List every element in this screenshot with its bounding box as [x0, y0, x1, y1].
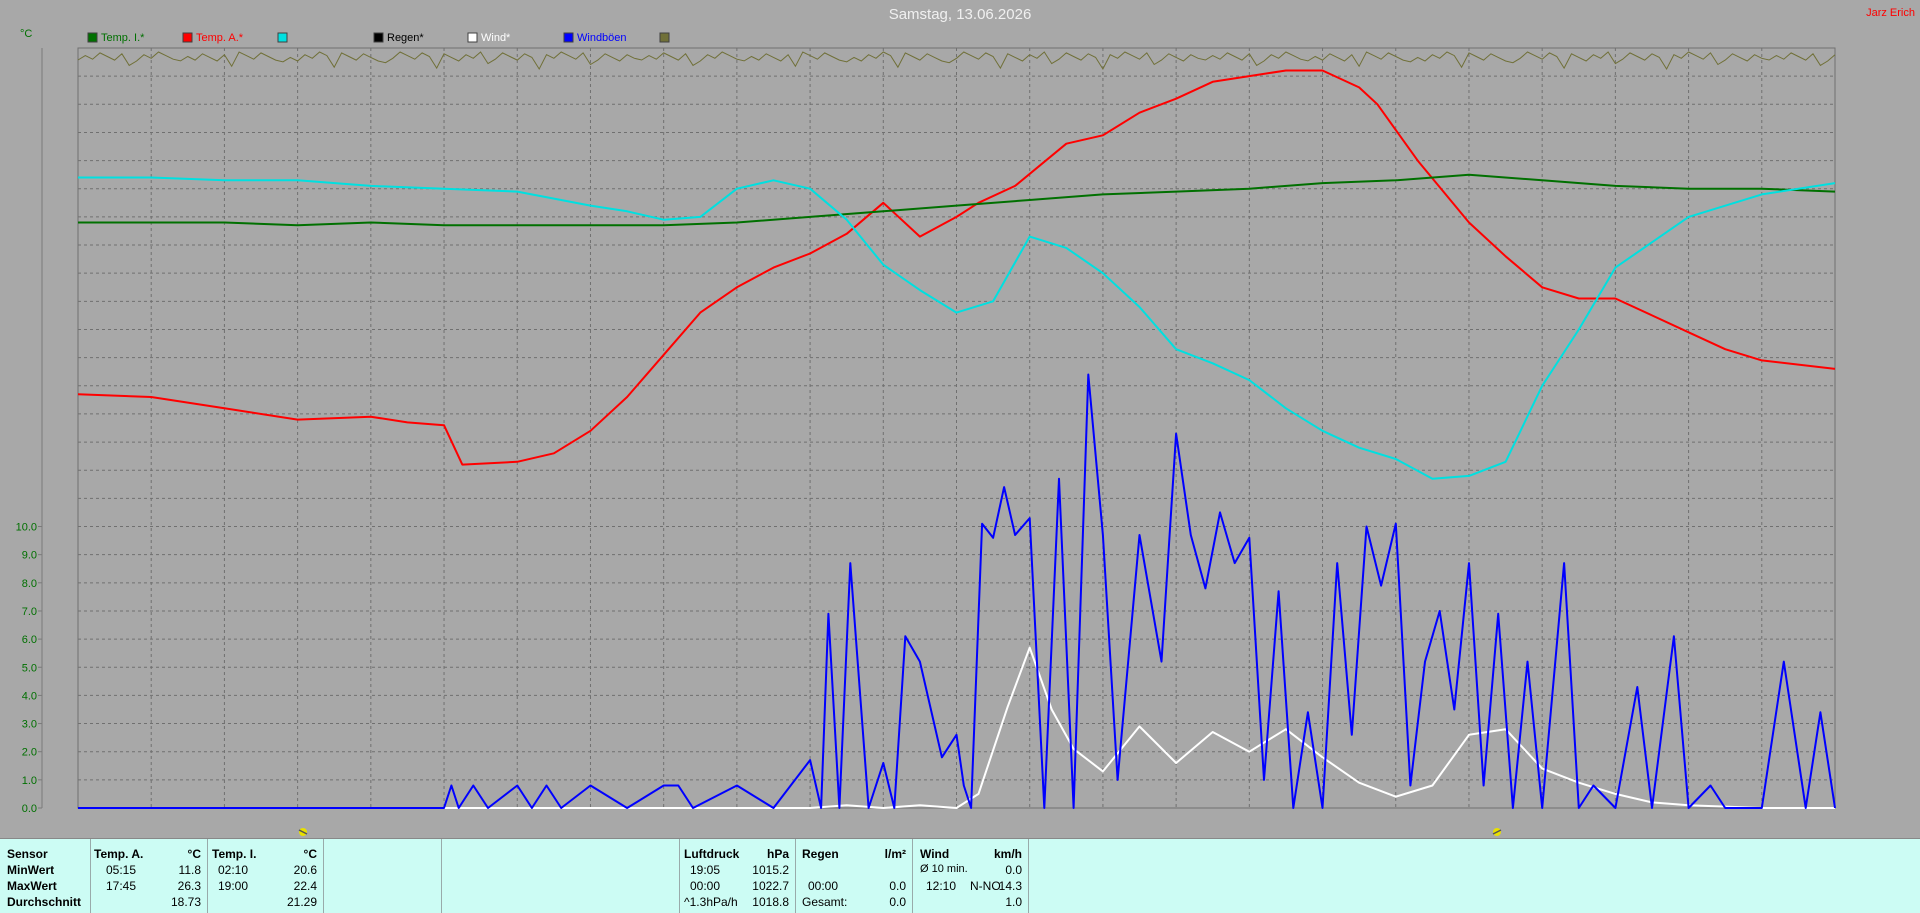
- stats-col-rain: Regen l/m² 00:00 Gesamt: 0.0 0.0: [795, 839, 913, 913]
- stats-time-pressure-max: 00:00: [690, 879, 721, 893]
- stats-time-pressure-min: 19:05: [690, 863, 721, 877]
- legend-label: Temp. I.*: [101, 32, 145, 44]
- stats-dir-wind-max: N-NO: [970, 879, 1001, 893]
- stats-header-temp-a: Temp. A.: [94, 847, 144, 861]
- stats-label-wind-avg10: Ø 10 min.: [920, 863, 968, 875]
- stats-value-temp-i-min: 20.6: [293, 863, 317, 877]
- stats-value-pressure-avg: 1018.8: [752, 895, 789, 909]
- statistics-panel: Sensor MinWert MaxWert Durchschnitt Temp…: [0, 838, 1920, 913]
- stats-unit-wind: km/h: [993, 847, 1022, 861]
- legend-label: Windböen: [577, 32, 627, 44]
- stats-time-temp-i-min: 02:10: [218, 863, 249, 877]
- stats-label-avg: Durchschnitt: [7, 895, 82, 909]
- stats-unit-rain: l/m²: [884, 847, 906, 861]
- stats-time-wind-max: 12:10: [926, 879, 957, 893]
- stats-value-wind-avg: 1.0: [1005, 895, 1022, 909]
- stats-unit-temp-a: °C: [187, 847, 201, 861]
- legend-swatch: [467, 32, 478, 43]
- y-tick-label: 1.0: [22, 775, 37, 787]
- stats-header-sensor: Sensor: [7, 847, 48, 861]
- stats-header-pressure: Luftdruck: [684, 847, 740, 861]
- stats-time-rain-max: 00:00: [808, 879, 839, 893]
- stats-unit-pressure: hPa: [766, 847, 789, 861]
- stats-value-temp-i-max: 22.4: [293, 879, 317, 893]
- stats-value-temp-i-avg: 21.29: [286, 895, 317, 909]
- stats-header-wind: Wind: [920, 847, 950, 861]
- sunrise-icon: [298, 828, 308, 836]
- legend-swatch: [87, 32, 98, 43]
- y-tick-label: 0.0: [22, 803, 37, 815]
- stats-col-empty-2: [441, 839, 680, 913]
- legend-label: Temp. A.*: [196, 32, 244, 44]
- stats-unit-temp-i: °C: [303, 847, 317, 861]
- stats-time-temp-a-min: 05:15: [106, 863, 137, 877]
- y-tick-label: 7.0: [22, 606, 37, 618]
- y-axis-unit: °C: [20, 28, 32, 40]
- stats-col-pressure: Luftdruck hPa 19:05 00:00 ^1.3hPa/h 1015…: [679, 839, 796, 913]
- stats-col-temp-a: Temp. A. °C 05:15 17:45 11.8 26.3 18.73: [90, 839, 208, 913]
- stats-label-max: MaxWert: [7, 879, 57, 893]
- stats-value-pressure-min: 1015.2: [752, 863, 789, 877]
- stats-col-empty-1: [323, 839, 442, 913]
- y-tick-label: 10.0: [16, 522, 37, 534]
- y-tick-label: 2.0: [22, 747, 37, 759]
- stats-value-rain-max: 0.0: [889, 879, 906, 893]
- author-label: Jarz Erich: [1866, 7, 1915, 19]
- stats-col-wind: Wind km/h Ø 10 min. 12:10 N-NO 0.0 14.3 …: [912, 839, 1029, 913]
- stats-col-temp-i: Temp. I. °C 02:10 19:00 20.6 22.4 21.29: [207, 839, 324, 913]
- stats-value-temp-a-max: 26.3: [177, 879, 201, 893]
- y-tick-label: 4.0: [22, 690, 37, 702]
- legend-swatch: [373, 32, 384, 43]
- y-tick-label: 8.0: [22, 578, 37, 590]
- stats-value-temp-a-min: 11.8: [178, 863, 201, 877]
- legend-label: Regen*: [387, 32, 424, 44]
- stats-value-pressure-max: 1022.7: [752, 879, 789, 893]
- stats-header-rain: Regen: [802, 847, 839, 861]
- y-tick-label: 6.0: [22, 634, 37, 646]
- y-tick-label: 3.0: [22, 719, 37, 731]
- legend-swatch: [563, 32, 574, 43]
- stats-label-rain-total: Gesamt:: [802, 895, 848, 909]
- weather-chart: 0.0 1.0 2.0 3.0 4.0 5.0 6.0 7.0 8.0 9.0 10.0 Temp.…: [0, 0, 1920, 838]
- stats-value-rain-total: 0.0: [889, 895, 906, 909]
- stats-label-min: MinWert: [7, 863, 55, 877]
- stats-value-wind-avg10: 0.0: [1005, 863, 1022, 877]
- y-tick-label: 5.0: [22, 662, 37, 674]
- sunset-icon: [1492, 828, 1502, 836]
- chart-title: Samstag, 13.06.2026: [889, 6, 1032, 23]
- legend-swatch: [277, 32, 288, 43]
- stats-value-wind-max: 14.3: [998, 879, 1022, 893]
- stats-trend-pressure: ^1.3hPa/h: [684, 895, 738, 909]
- stats-value-temp-a-avg: 18.73: [170, 895, 201, 909]
- legend-label: Wind*: [481, 32, 511, 44]
- stats-time-temp-i-max: 19:00: [218, 879, 249, 893]
- stats-header-temp-i: Temp. I.: [212, 847, 257, 861]
- stats-time-temp-a-max: 17:45: [106, 879, 137, 893]
- stats-col-sensor: Sensor MinWert MaxWert Durchschnitt: [0, 839, 91, 913]
- y-tick-label: 9.0: [22, 550, 37, 562]
- legend-swatch: [182, 32, 193, 43]
- legend-swatch: [659, 32, 670, 43]
